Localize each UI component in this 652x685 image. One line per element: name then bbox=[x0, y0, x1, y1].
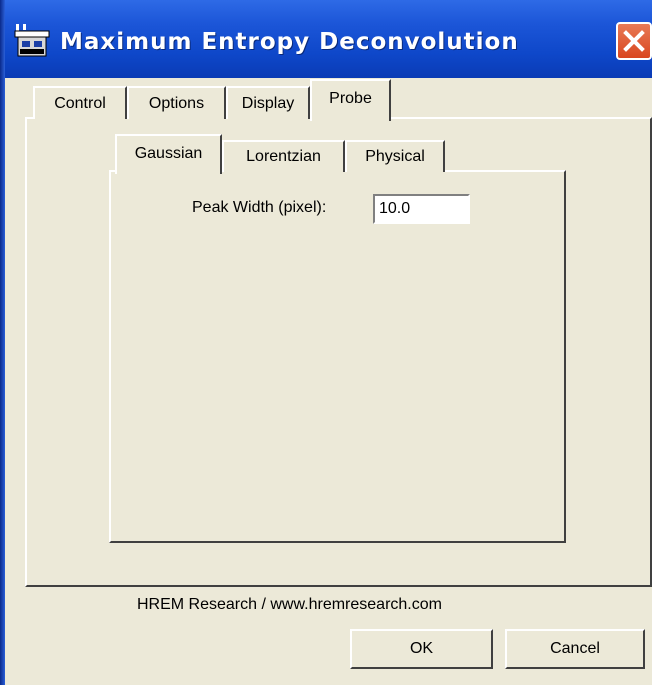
window-border bbox=[0, 0, 5, 685]
peak-width-input[interactable]: 10.0 bbox=[373, 194, 470, 224]
tab-gaussian[interactable]: Gaussian bbox=[115, 134, 222, 174]
title-bar[interactable]: Maximum Entropy Deconvolution bbox=[0, 0, 652, 78]
close-icon bbox=[623, 30, 645, 52]
tab-control[interactable]: Control bbox=[33, 86, 127, 119]
dialog-window: Maximum Entropy Deconvolution Control Op… bbox=[0, 0, 652, 685]
window-title: Maximum Entropy Deconvolution bbox=[60, 29, 519, 55]
tab-physical[interactable]: Physical bbox=[345, 140, 445, 172]
tab-probe[interactable]: Probe bbox=[310, 79, 391, 121]
tab-display[interactable]: Display bbox=[226, 86, 310, 119]
gaussian-tab-panel bbox=[109, 170, 566, 543]
peak-width-label: Peak Width (pixel): bbox=[192, 199, 327, 216]
cancel-button[interactable]: Cancel bbox=[505, 629, 645, 669]
tab-options[interactable]: Options bbox=[127, 86, 226, 119]
tab-lorentzian[interactable]: Lorentzian bbox=[222, 140, 345, 172]
application-icon bbox=[14, 24, 50, 57]
close-button[interactable] bbox=[616, 22, 652, 60]
credit-text: HREM Research / www.hremresearch.com bbox=[137, 596, 442, 613]
ok-button[interactable]: OK bbox=[350, 629, 493, 669]
